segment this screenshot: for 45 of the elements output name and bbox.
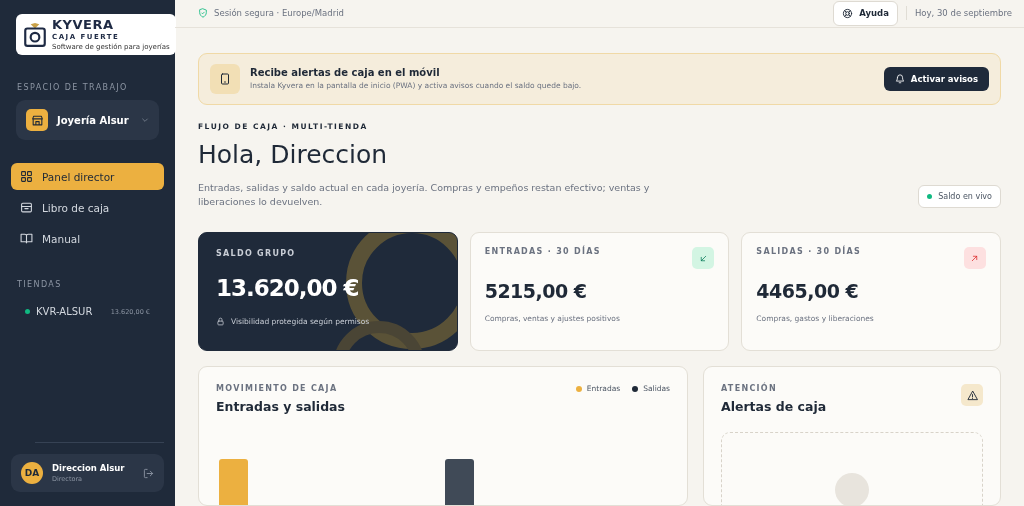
card-label: SALDO GRUPO	[216, 249, 297, 258]
page-heading: Hola, Direccion	[198, 139, 389, 169]
session-status: Sesión segura · Europe/Madrid	[214, 8, 344, 19]
lifebuoy-icon	[842, 7, 854, 19]
enable-alerts-button[interactable]: Activar avisos	[883, 66, 989, 91]
phone-icon	[219, 71, 231, 86]
help-button[interactable]: Ayuda	[833, 0, 898, 26]
card-value: 5215,00 €	[484, 280, 588, 302]
section-label: TIENDAS	[17, 280, 63, 290]
nav-item[interactable]: Manual	[11, 225, 164, 253]
live-dot	[927, 193, 933, 199]
chevron-down-icon	[141, 116, 149, 125]
lock-icon	[216, 317, 225, 326]
bell-icon	[894, 73, 905, 84]
book-icon	[20, 232, 33, 246]
archive-icon	[20, 201, 33, 215]
panel-eyebrow: ATENCIÓN	[721, 384, 778, 393]
card-label: ENTRADAS · 30 DÍAS	[484, 247, 602, 256]
live-badge: Saldo en vivo	[918, 184, 1001, 208]
card-value: 4465,00 €	[756, 280, 860, 302]
arrow-down-left-icon	[698, 253, 708, 263]
panel-title: Alertas de caja	[721, 399, 828, 414]
banner-title: Recibe alertas de caja en el móvil	[250, 67, 441, 79]
workspace-name: Joyería Alsur	[57, 114, 130, 126]
card-value: 13.620,00 €	[216, 275, 360, 301]
user-name: Direccion Alsur	[52, 463, 126, 473]
workspace-selector[interactable]: Joyería Alsur	[16, 100, 159, 141]
logo-name: KYVERA	[52, 18, 115, 33]
card-label: SALIDAS · 30 DÍAS	[756, 247, 863, 256]
shield-check-icon	[198, 8, 208, 19]
intro-text: Entradas, salidas y saldo actual en cada joyería. Compras y empeños restan efectivo; ventas y liberaciones lo devuelven.	[198, 180, 651, 210]
warning-icon	[966, 389, 978, 401]
panel-eyebrow: MOVIMIENTO DE CAJA	[216, 384, 338, 393]
store-link[interactable]: KVR-ALSUR	[36, 306, 105, 318]
safe-icon	[22, 20, 48, 49]
logout-icon[interactable]	[143, 467, 154, 479]
current-date: Hoy, 30 de septiembre	[914, 8, 1012, 19]
arrow-up-right-icon	[970, 253, 980, 263]
grid-icon	[20, 170, 33, 184]
section-label: ESPACIO DE TRABAJO	[17, 83, 129, 93]
shop-drawing	[30, 113, 44, 127]
nav-item[interactable]: Panel director	[11, 163, 164, 191]
panel-title: Entradas y salidas	[216, 399, 346, 414]
nav-item[interactable]: Libro de caja	[11, 194, 164, 222]
avatar: DA	[21, 462, 43, 484]
